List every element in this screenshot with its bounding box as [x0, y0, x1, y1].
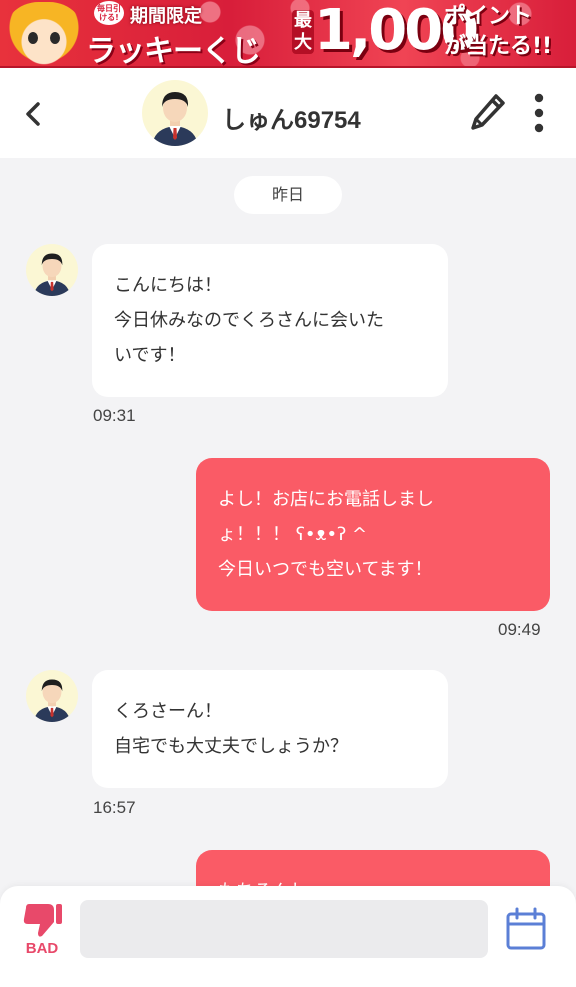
message-timestamp: 16:57	[93, 798, 136, 817]
banner-prize-sub-2: が当たる!!	[444, 34, 553, 59]
banner-mascot-image	[2, 2, 86, 66]
user-avatar-image	[26, 244, 78, 296]
calendar-button[interactable]	[504, 906, 548, 952]
mascot-eye	[28, 32, 38, 44]
message-bubble-incoming[interactable]: くろさーん！ 自宅でも大丈夫でしょうか？	[92, 670, 448, 788]
message-line: こんにちは！	[114, 275, 222, 296]
date-separator: 昨日	[234, 176, 342, 214]
more-options-button[interactable]	[528, 92, 550, 134]
message-bubble-outgoing[interactable]: よし！お店にお電話しまし ょ！！！ ʕ•ᴥ•ʔ ^ 今日いつでも空いてます！	[196, 458, 550, 611]
message-bubble-incoming[interactable]: こんにちは！ 今日休みなのでくろさんに会いた いです！	[92, 244, 448, 397]
message-line: ょ！！！ ʕ•ᴥ•ʔ ^	[218, 524, 368, 545]
chat-thread[interactable]: 昨日 こんにちは！ 今日休みなのでくろさんに会いた いです！ 09:31 よし！…	[0, 158, 576, 888]
banner-prize-sub: ポイント が当たる!!	[444, 2, 552, 62]
message-composer: BAD	[0, 886, 576, 987]
edit-button[interactable]	[470, 92, 506, 132]
banner-prize-sub-1: ポイント	[444, 4, 533, 29]
avatar[interactable]	[26, 670, 78, 722]
message-line: 自宅でも大丈夫でしょうか？	[114, 736, 348, 757]
message-line: くろさーん！	[114, 701, 222, 722]
message-line: 今日休みなのでくろさんに会いた	[114, 310, 384, 331]
banner-limited-text: 期間限定	[130, 6, 202, 27]
more-vertical-icon	[534, 93, 544, 133]
chat-header: しゅん69754	[0, 68, 576, 158]
message-line: よし！お店にお電話しまし	[218, 489, 434, 510]
thumbs-down-icon	[23, 904, 62, 937]
banner-prize-label: 最大	[292, 10, 314, 54]
calendar-icon	[506, 907, 546, 950]
bad-label: BAD	[25, 940, 59, 957]
message-bubble-outgoing[interactable]: もちろんし	[196, 850, 550, 888]
user-avatar-image	[142, 80, 208, 146]
chevron-left-icon	[26, 102, 40, 126]
back-button[interactable]	[18, 98, 50, 130]
banner-badge: 毎日引ける!	[94, 1, 124, 25]
user-avatar-image	[26, 670, 78, 722]
message-line: いです！	[114, 345, 186, 366]
promo-banner[interactable]: 毎日引ける! 期間限定 ラッキーくじ 最大 1,000 ポイント が当たる!!	[0, 0, 576, 68]
message-timestamp: 09:49	[498, 620, 541, 639]
avatar[interactable]	[142, 80, 208, 146]
mascot-eye	[50, 32, 60, 44]
message-input[interactable]	[80, 900, 488, 958]
contact-name: しゅん69754	[222, 107, 361, 134]
pencil-icon	[471, 94, 505, 130]
avatar[interactable]	[26, 244, 78, 296]
message-timestamp: 09:31	[93, 406, 136, 425]
bad-button[interactable]: BAD	[20, 900, 64, 960]
message-line: 今日いつでも空いてます！	[218, 559, 433, 580]
banner-lucky-text: ラッキーくじ	[86, 34, 261, 68]
